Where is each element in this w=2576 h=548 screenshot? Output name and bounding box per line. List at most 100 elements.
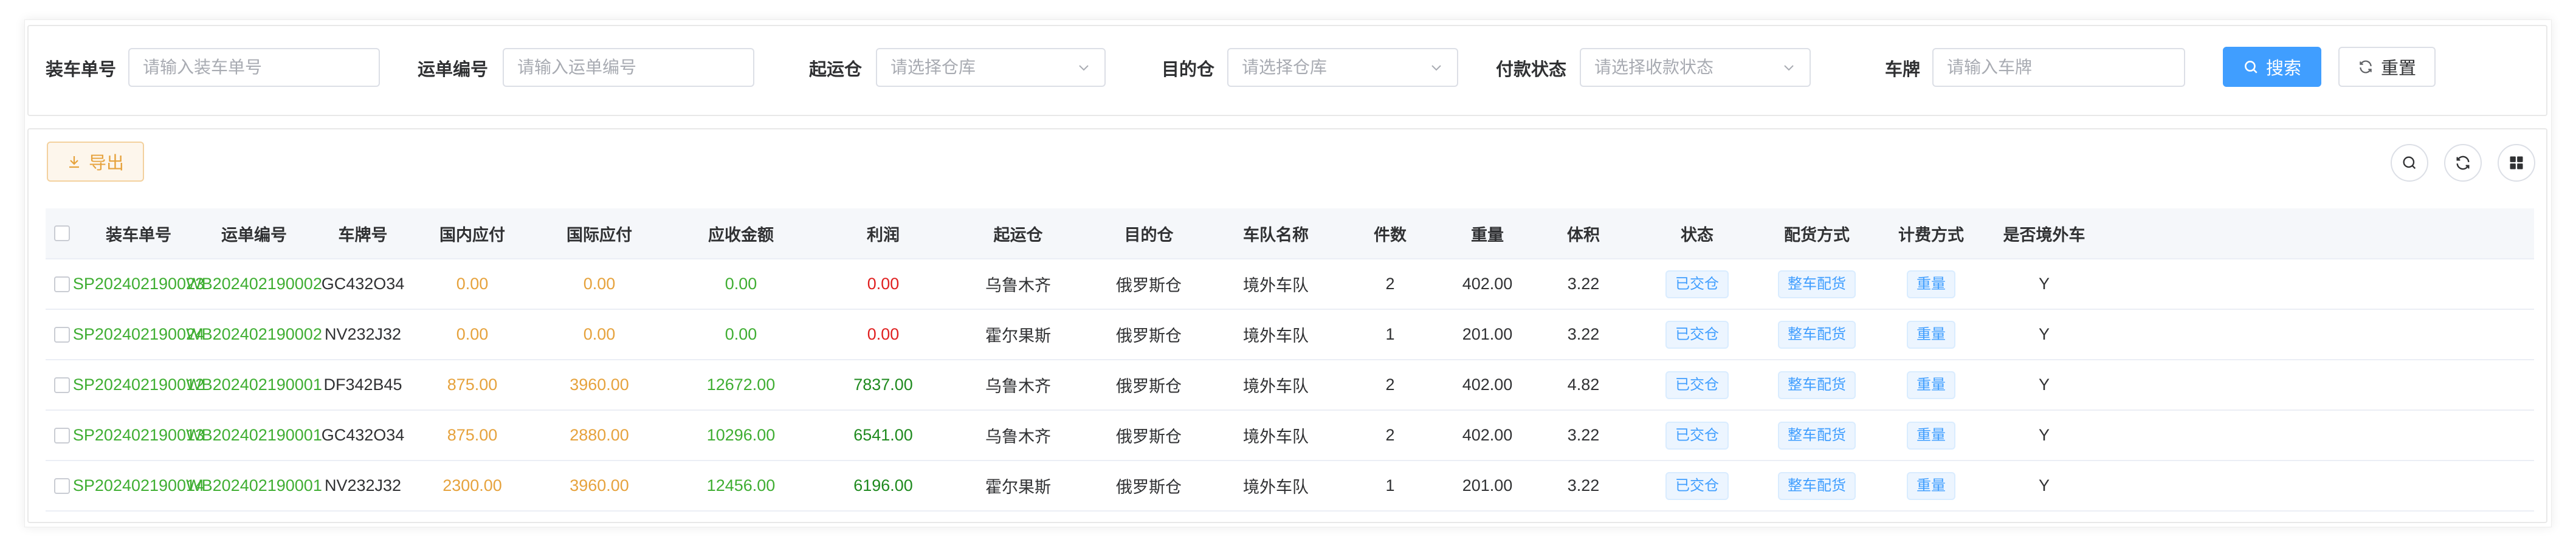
cell-waybill-no[interactable]: WB202402190001 <box>186 411 322 460</box>
cell-allocation: 整车配货 <box>1757 360 1876 409</box>
column-header-destination[interactable]: 目的仓 <box>1081 208 1216 258</box>
column-header-intl-payable[interactable]: 国际应付 <box>528 208 670 258</box>
column-header-profit[interactable]: 利润 <box>811 208 955 258</box>
billing-tag: 重量 <box>1907 421 1955 450</box>
search-panel: 装车单号 运单编号 起运仓 请选择仓库 目的仓 请选择仓库 付款状态 请选择收款… <box>27 25 2547 116</box>
column-header-weight[interactable]: 重量 <box>1445 208 1530 258</box>
cell-destination: 俄罗斯仓 <box>1116 478 1182 496</box>
column-header-billing[interactable]: 计费方式 <box>1876 208 1986 258</box>
cell-volume: 4.82 <box>1567 375 1600 394</box>
cell-waybill-no[interactable]: WB202402190001 <box>186 461 322 510</box>
cell-intl-payable: 2880.00 <box>570 426 629 444</box>
column-header-receivable[interactable]: 应收金额 <box>670 208 811 258</box>
origin-warehouse-placeholder: 请选择仓库 <box>890 58 976 77</box>
cell-receivable: 0.00 <box>725 325 757 343</box>
row-checkbox[interactable] <box>54 377 70 393</box>
export-button[interactable]: 导出 <box>47 142 144 182</box>
cell-loading-no[interactable]: SP202402190024 <box>73 310 204 359</box>
cell-volume: 3.22 <box>1567 476 1600 495</box>
destination-warehouse-select[interactable]: 请选择仓库 <box>1227 48 1458 87</box>
page-frame: 装车单号 运单编号 起运仓 请选择仓库 目的仓 请选择仓库 付款状态 请选择收款… <box>24 19 2552 527</box>
column-header-origin[interactable]: 起运仓 <box>955 208 1081 258</box>
column-header-waybill-no[interactable]: 运单编号 <box>199 208 309 258</box>
column-header-allocation[interactable]: 配货方式 <box>1757 208 1876 258</box>
billing-tag: 重量 <box>1907 320 1955 349</box>
cell-profit: 6541.00 <box>853 426 913 444</box>
allocation-tag: 整车配货 <box>1778 371 1856 399</box>
status-tag: 已交仓 <box>1665 371 1729 399</box>
cell-weight: 402.00 <box>1462 375 1513 394</box>
search-button[interactable]: 搜索 <box>2223 47 2321 87</box>
table-row: SP202402190012 WB202402190001 DF342B45 875.… <box>46 360 2534 411</box>
origin-warehouse-select[interactable]: 请选择仓库 <box>876 48 1106 87</box>
cell-origin: 乌鲁木齐 <box>985 377 1051 396</box>
cell-profit: 0.00 <box>867 275 900 293</box>
cell-overseas: Y <box>2038 375 2050 394</box>
reset-button[interactable]: 重置 <box>2338 47 2436 87</box>
row-checkbox[interactable] <box>54 427 70 444</box>
allocation-tag: 整车配货 <box>1778 320 1856 349</box>
payment-status-select[interactable]: 请选择收款状态 <box>1580 48 1811 87</box>
cell-fleet: 境外车队 <box>1243 276 1309 295</box>
cell-plate-no: GC432O34 <box>321 275 405 293</box>
waybill-no-input[interactable] <box>503 48 754 87</box>
cell-waybill-no[interactable]: WB202402190002 <box>186 259 322 309</box>
allocation-tag: 整车配货 <box>1778 421 1856 450</box>
column-header-overseas[interactable]: 是否境外车 <box>1986 208 2102 258</box>
cell-loading-no[interactable]: SP202402190023 <box>73 259 204 309</box>
column-settings-button[interactable] <box>2498 144 2535 182</box>
row-checkbox[interactable] <box>54 276 70 292</box>
column-header-fleet[interactable]: 车队名称 <box>1216 208 1335 258</box>
loading-no-input[interactable] <box>128 48 380 87</box>
plate-input[interactable] <box>1932 48 2185 87</box>
cell-destination: 俄罗斯仓 <box>1116 377 1182 396</box>
cell-receivable: 12672.00 <box>706 375 776 394</box>
cell-status: 已交仓 <box>1637 461 1757 510</box>
cell-plate-no: NV232J32 <box>324 476 402 495</box>
table-row: SP202402190013 WB202402190001 GC432O34 875.… <box>46 411 2534 461</box>
reset-button-label: 重置 <box>2380 59 2416 78</box>
cell-profit: 7837.00 <box>853 375 913 394</box>
cell-loading-no[interactable]: SP202402190013 <box>73 411 204 460</box>
cell-intl-payable: 3960.00 <box>570 375 629 394</box>
select-all-checkbox[interactable] <box>54 225 70 241</box>
billing-tag: 重量 <box>1907 471 1955 500</box>
cell-domestic-payable: 0.00 <box>456 325 489 343</box>
table-refresh-button[interactable] <box>2444 144 2482 182</box>
column-header-domestic-payable[interactable]: 国内应付 <box>416 208 528 258</box>
column-header-volume[interactable]: 体积 <box>1530 208 1637 258</box>
column-header-status[interactable]: 状态 <box>1637 208 1757 258</box>
cell-status: 已交仓 <box>1637 411 1757 460</box>
allocation-tag: 整车配货 <box>1778 471 1856 500</box>
row-checkbox[interactable] <box>54 326 70 343</box>
cell-domestic-payable: 875.00 <box>447 426 498 444</box>
cell-pieces: 1 <box>1385 325 1395 343</box>
cell-weight: 201.00 <box>1462 476 1513 495</box>
cell-waybill-no[interactable]: WB202402190001 <box>186 360 322 409</box>
cell-receivable: 0.00 <box>725 275 757 293</box>
cell-loading-no[interactable]: SP202402190012 <box>73 360 204 409</box>
cell-waybill-no[interactable]: WB202402190002 <box>186 310 322 359</box>
field-label-destination-warehouse: 目的仓 <box>1162 60 1215 80</box>
table-search-button[interactable] <box>2391 144 2428 182</box>
cell-plate-no: NV232J32 <box>324 325 402 343</box>
cell-allocation: 整车配货 <box>1757 259 1876 309</box>
table-row: SP202402190014 WB202402190001 NV232J32 2300… <box>46 461 2534 512</box>
field-label-plate: 车牌 <box>1885 60 1921 80</box>
column-header-loading-no[interactable]: 装车单号 <box>78 208 199 258</box>
table-panel: 导出 装车单号 运单编号 车牌号 国内应付 国际应付 应收金额 利润 起运仓 目的仓 车队名称 件数… <box>27 128 2547 523</box>
column-header-plate-no[interactable]: 车牌号 <box>309 208 416 258</box>
row-checkbox[interactable] <box>54 478 70 494</box>
cell-domestic-payable: 2300.00 <box>443 476 502 495</box>
field-label-loading-no: 装车单号 <box>46 60 117 80</box>
cell-allocation: 整车配货 <box>1757 411 1876 460</box>
refresh-icon <box>2456 156 2470 170</box>
cell-status: 已交仓 <box>1637 310 1757 359</box>
allocation-tag: 整车配货 <box>1778 270 1856 298</box>
cell-overseas: Y <box>2038 325 2050 343</box>
billing-tag: 重量 <box>1907 270 1955 298</box>
cell-loading-no[interactable]: SP202402190014 <box>73 461 204 510</box>
cell-fleet: 境外车队 <box>1243 327 1309 345</box>
column-header-pieces[interactable]: 件数 <box>1335 208 1445 258</box>
search-icon <box>2403 156 2416 170</box>
